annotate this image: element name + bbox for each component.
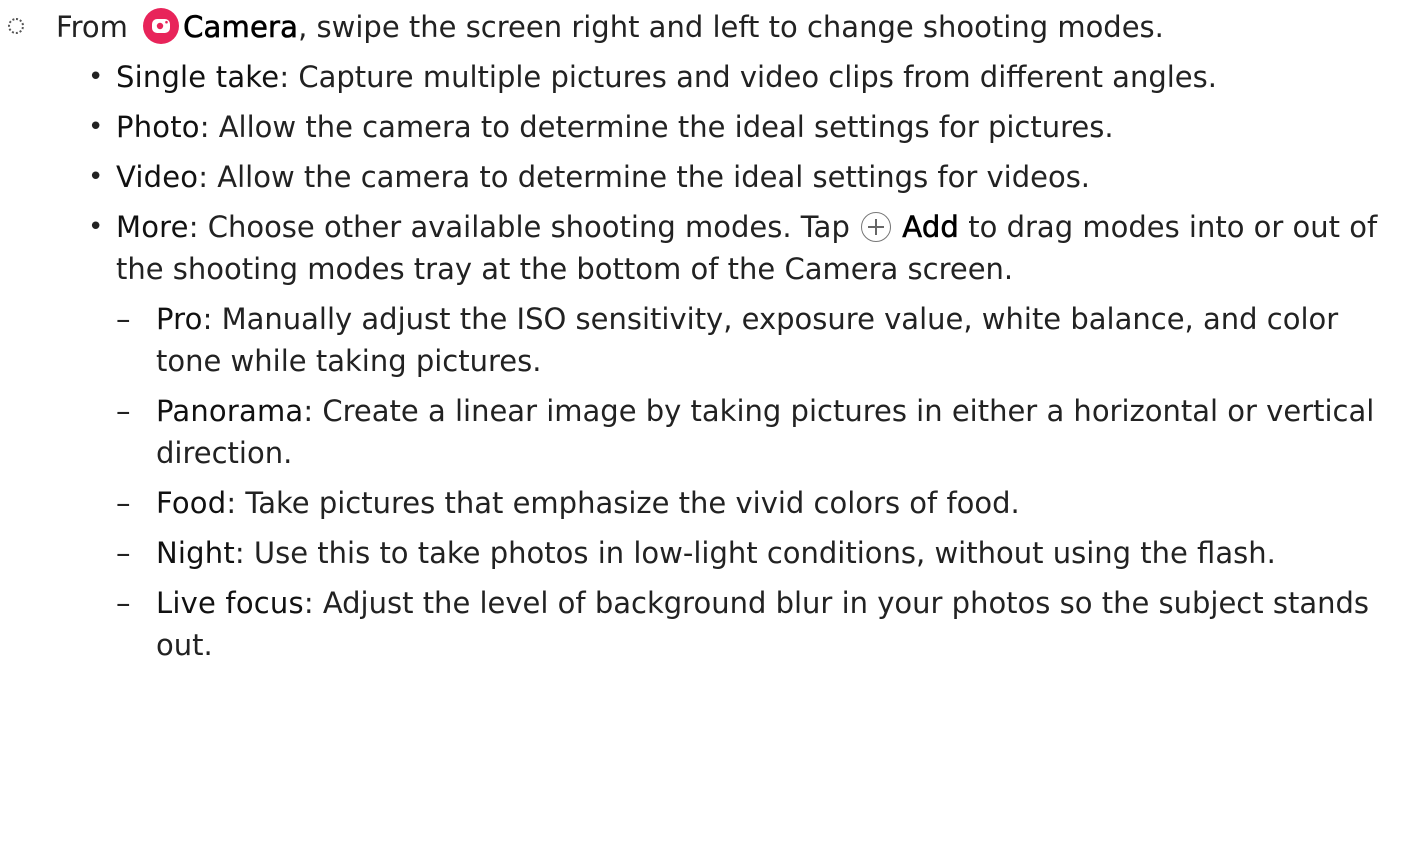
add-label: Add bbox=[902, 210, 960, 245]
bullet: • bbox=[88, 62, 104, 92]
sub-mode-name: Panorama bbox=[156, 394, 304, 428]
mode-name: More bbox=[116, 210, 189, 244]
document: From Camera, swipe the screen right and … bbox=[0, 0, 1424, 666]
shooting-modes-list: • Single take: Capture multiple pictures… bbox=[0, 56, 1424, 666]
sub-list-item: – Night: Use this to take photos in low-… bbox=[0, 532, 1404, 574]
dash-marker: – bbox=[116, 586, 131, 620]
step-prefix: From bbox=[56, 10, 128, 44]
mode-description: : Capture multiple pictures and video cl… bbox=[279, 60, 1217, 94]
dash-marker: – bbox=[116, 302, 131, 336]
mode-name: Photo bbox=[116, 110, 200, 144]
mode-description: : Allow the camera to determine the idea… bbox=[198, 160, 1091, 194]
mode-description: : Choose other available shooting modes.… bbox=[188, 210, 850, 244]
list-item: • Single take: Capture multiple pictures… bbox=[0, 56, 1424, 98]
mode-name: Video bbox=[116, 160, 199, 194]
plus-circle-icon bbox=[861, 212, 892, 242]
mode-description: : Allow the camera to determine the idea… bbox=[199, 110, 1114, 144]
dotted-circle-icon bbox=[8, 18, 24, 34]
camera-app-name: Camera bbox=[183, 10, 299, 45]
sub-list-item: – Panorama: Create a linear image by tak… bbox=[0, 390, 1404, 474]
bullet: • bbox=[88, 162, 104, 192]
list-item: • Video: Allow the camera to determine t… bbox=[0, 156, 1424, 198]
mode-name: Single take bbox=[116, 60, 280, 94]
step-suffix: , swipe the screen right and left to cha… bbox=[298, 10, 1164, 44]
list-item: • Photo: Allow the camera to determine t… bbox=[0, 106, 1424, 148]
sub-mode-description: : Adjust the level of background blur in… bbox=[156, 586, 1369, 662]
dash-marker: – bbox=[116, 486, 131, 520]
dash-marker: – bbox=[116, 536, 131, 570]
sub-mode-description: : Manually adjust the ISO sensitivity, e… bbox=[156, 302, 1339, 378]
sub-mode-description: : Use this to take photos in low-light c… bbox=[234, 536, 1276, 570]
sub-mode-name: Night bbox=[156, 536, 235, 570]
more-modes-list: – Pro: Manually adjust the ISO sensitivi… bbox=[0, 298, 1404, 666]
sub-mode-name: Food bbox=[156, 486, 227, 520]
sub-list-item: – Food: Take pictures that emphasize the… bbox=[0, 482, 1404, 524]
list-item-more: • More: Choose other available shooting … bbox=[0, 206, 1424, 666]
dash-marker: – bbox=[116, 394, 131, 428]
camera-app-icon bbox=[143, 8, 180, 44]
step-paragraph: From Camera, swipe the screen right and … bbox=[0, 6, 1424, 48]
sub-mode-name: Pro bbox=[156, 302, 203, 336]
sub-mode-name: Live focus bbox=[156, 586, 304, 620]
sub-list-item: – Live focus: Adjust the level of backgr… bbox=[0, 582, 1404, 666]
sub-list-item: – Pro: Manually adjust the ISO sensitivi… bbox=[0, 298, 1404, 382]
sub-mode-description: : Take pictures that emphasize the vivid… bbox=[226, 486, 1020, 520]
bullet: • bbox=[88, 212, 104, 242]
bullet: • bbox=[88, 112, 104, 142]
sub-mode-description: : Create a linear image by taking pictur… bbox=[156, 394, 1375, 470]
